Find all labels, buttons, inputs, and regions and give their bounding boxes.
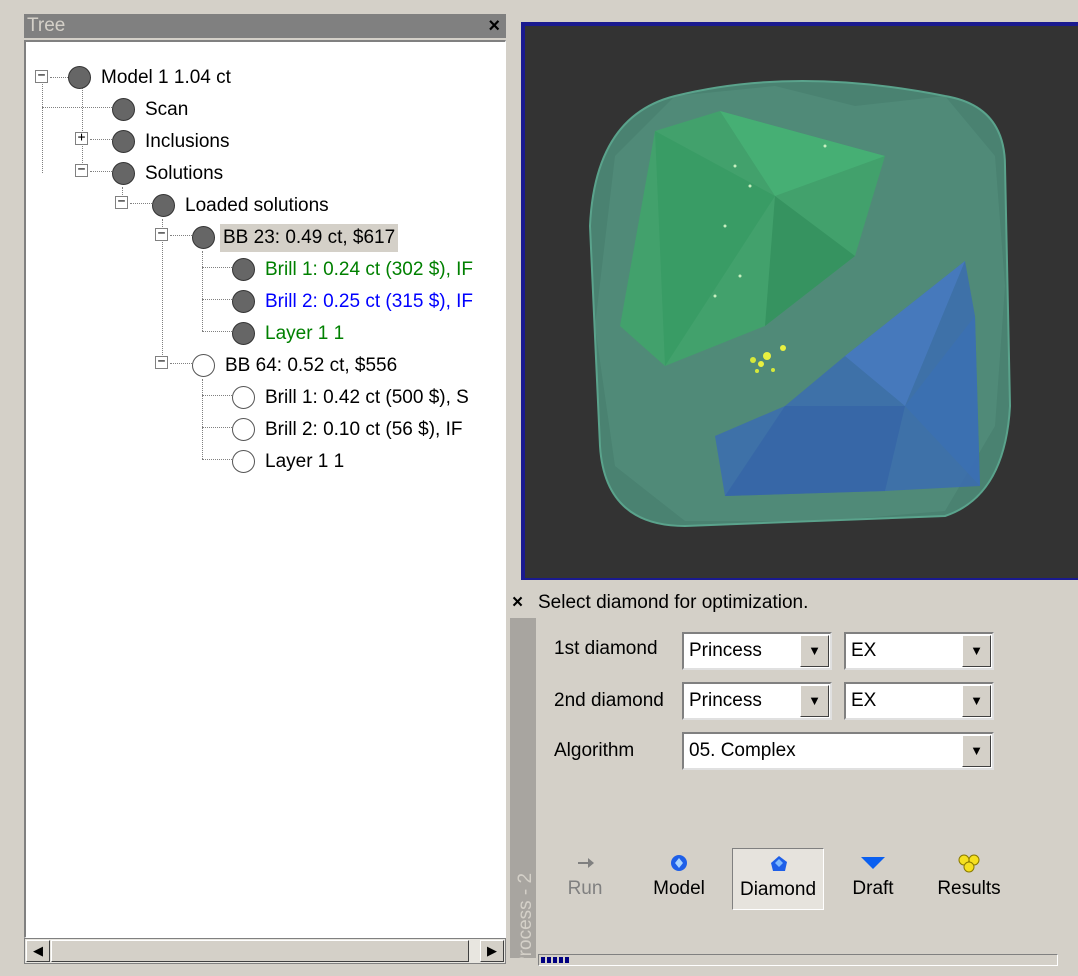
tree-horizontal-scrollbar[interactable]: ◀ ▶: [24, 938, 506, 964]
second-diamond-label: 2nd diamond: [554, 690, 664, 711]
scroll-thumb[interactable]: [51, 940, 469, 962]
process-panel: × Select diamond for optimization. Proce…: [510, 588, 1078, 976]
tree-view[interactable]: − + − − − − Model 1 1.04 ct Scan Inclusi…: [24, 40, 506, 938]
chevron-down-icon[interactable]: ▼: [800, 685, 829, 717]
brill-node-icon: [232, 418, 255, 441]
draft-icon: [861, 857, 885, 869]
model-icon: [671, 855, 687, 871]
draft-button[interactable]: Draft: [838, 848, 908, 910]
bb23-node-icon: [192, 226, 215, 249]
layer-node-icon: [232, 450, 255, 473]
tree-collapse-solutions[interactable]: −: [75, 163, 88, 177]
diamond-3d-view[interactable]: [521, 22, 1078, 580]
first-diamond-grade-select[interactable]: EX ▼: [844, 632, 994, 670]
diamond-render: [588, 80, 1012, 528]
scan-node-icon: [112, 98, 135, 121]
chevron-down-icon[interactable]: ▼: [962, 635, 991, 667]
scroll-right-button[interactable]: ▶: [480, 940, 504, 962]
layer-node-icon: [232, 322, 255, 345]
inclusions-node-icon: [112, 130, 135, 153]
results-icon: [958, 854, 980, 873]
brill-node-icon: [232, 386, 255, 409]
chevron-down-icon[interactable]: ▼: [962, 685, 991, 717]
bb64-node-icon: [192, 354, 215, 377]
tree-expand-inclusions[interactable]: +: [75, 131, 88, 145]
tree-panel: Tree × − + − − − − Model 1 1.04 ct Scan …: [24, 14, 506, 964]
second-diamond-shape-select[interactable]: Princess ▼: [682, 682, 832, 720]
tree-collapse-loaded-solutions[interactable]: −: [115, 195, 128, 209]
tree-collapse-model[interactable]: −: [35, 69, 48, 83]
progress-bar: [538, 954, 1058, 966]
first-diamond-label: 1st diamond: [554, 638, 658, 659]
algorithm-select[interactable]: 05. Complex ▼: [682, 732, 994, 770]
solutions-node-icon: [112, 162, 135, 185]
tree-collapse-bb64[interactable]: −: [155, 355, 168, 369]
brill-node-icon: [232, 290, 255, 313]
process-title: Select diamond for optimization.: [538, 592, 809, 613]
process-sidebar-label: Process - 2: [515, 872, 536, 969]
second-diamond-grade-select[interactable]: EX ▼: [844, 682, 994, 720]
process-sidebar: Process - 2: [510, 618, 536, 969]
chevron-down-icon[interactable]: ▼: [800, 635, 829, 667]
model-button[interactable]: Model: [644, 848, 714, 910]
algorithm-label: Algorithm: [554, 740, 635, 761]
process-close-button[interactable]: ×: [512, 592, 523, 614]
arrow-right-icon: [578, 858, 594, 868]
model-node-icon: [68, 66, 91, 89]
brill-node-icon: [232, 258, 255, 281]
tree-title: Tree: [27, 15, 66, 36]
tree-titlebar: Tree ×: [24, 14, 506, 38]
tree-collapse-bb23[interactable]: −: [155, 227, 168, 241]
scroll-left-button[interactable]: ◀: [26, 940, 50, 962]
results-button[interactable]: Results: [924, 848, 1014, 910]
diamond-icon: [771, 856, 787, 871]
tree-close-button[interactable]: ×: [488, 14, 500, 38]
diamond-button[interactable]: Diamond: [732, 848, 824, 910]
run-button[interactable]: Run: [550, 848, 620, 910]
chevron-down-icon[interactable]: ▼: [962, 735, 991, 767]
loaded-solutions-node-icon: [152, 194, 175, 217]
first-diamond-shape-select[interactable]: Princess ▼: [682, 632, 832, 670]
